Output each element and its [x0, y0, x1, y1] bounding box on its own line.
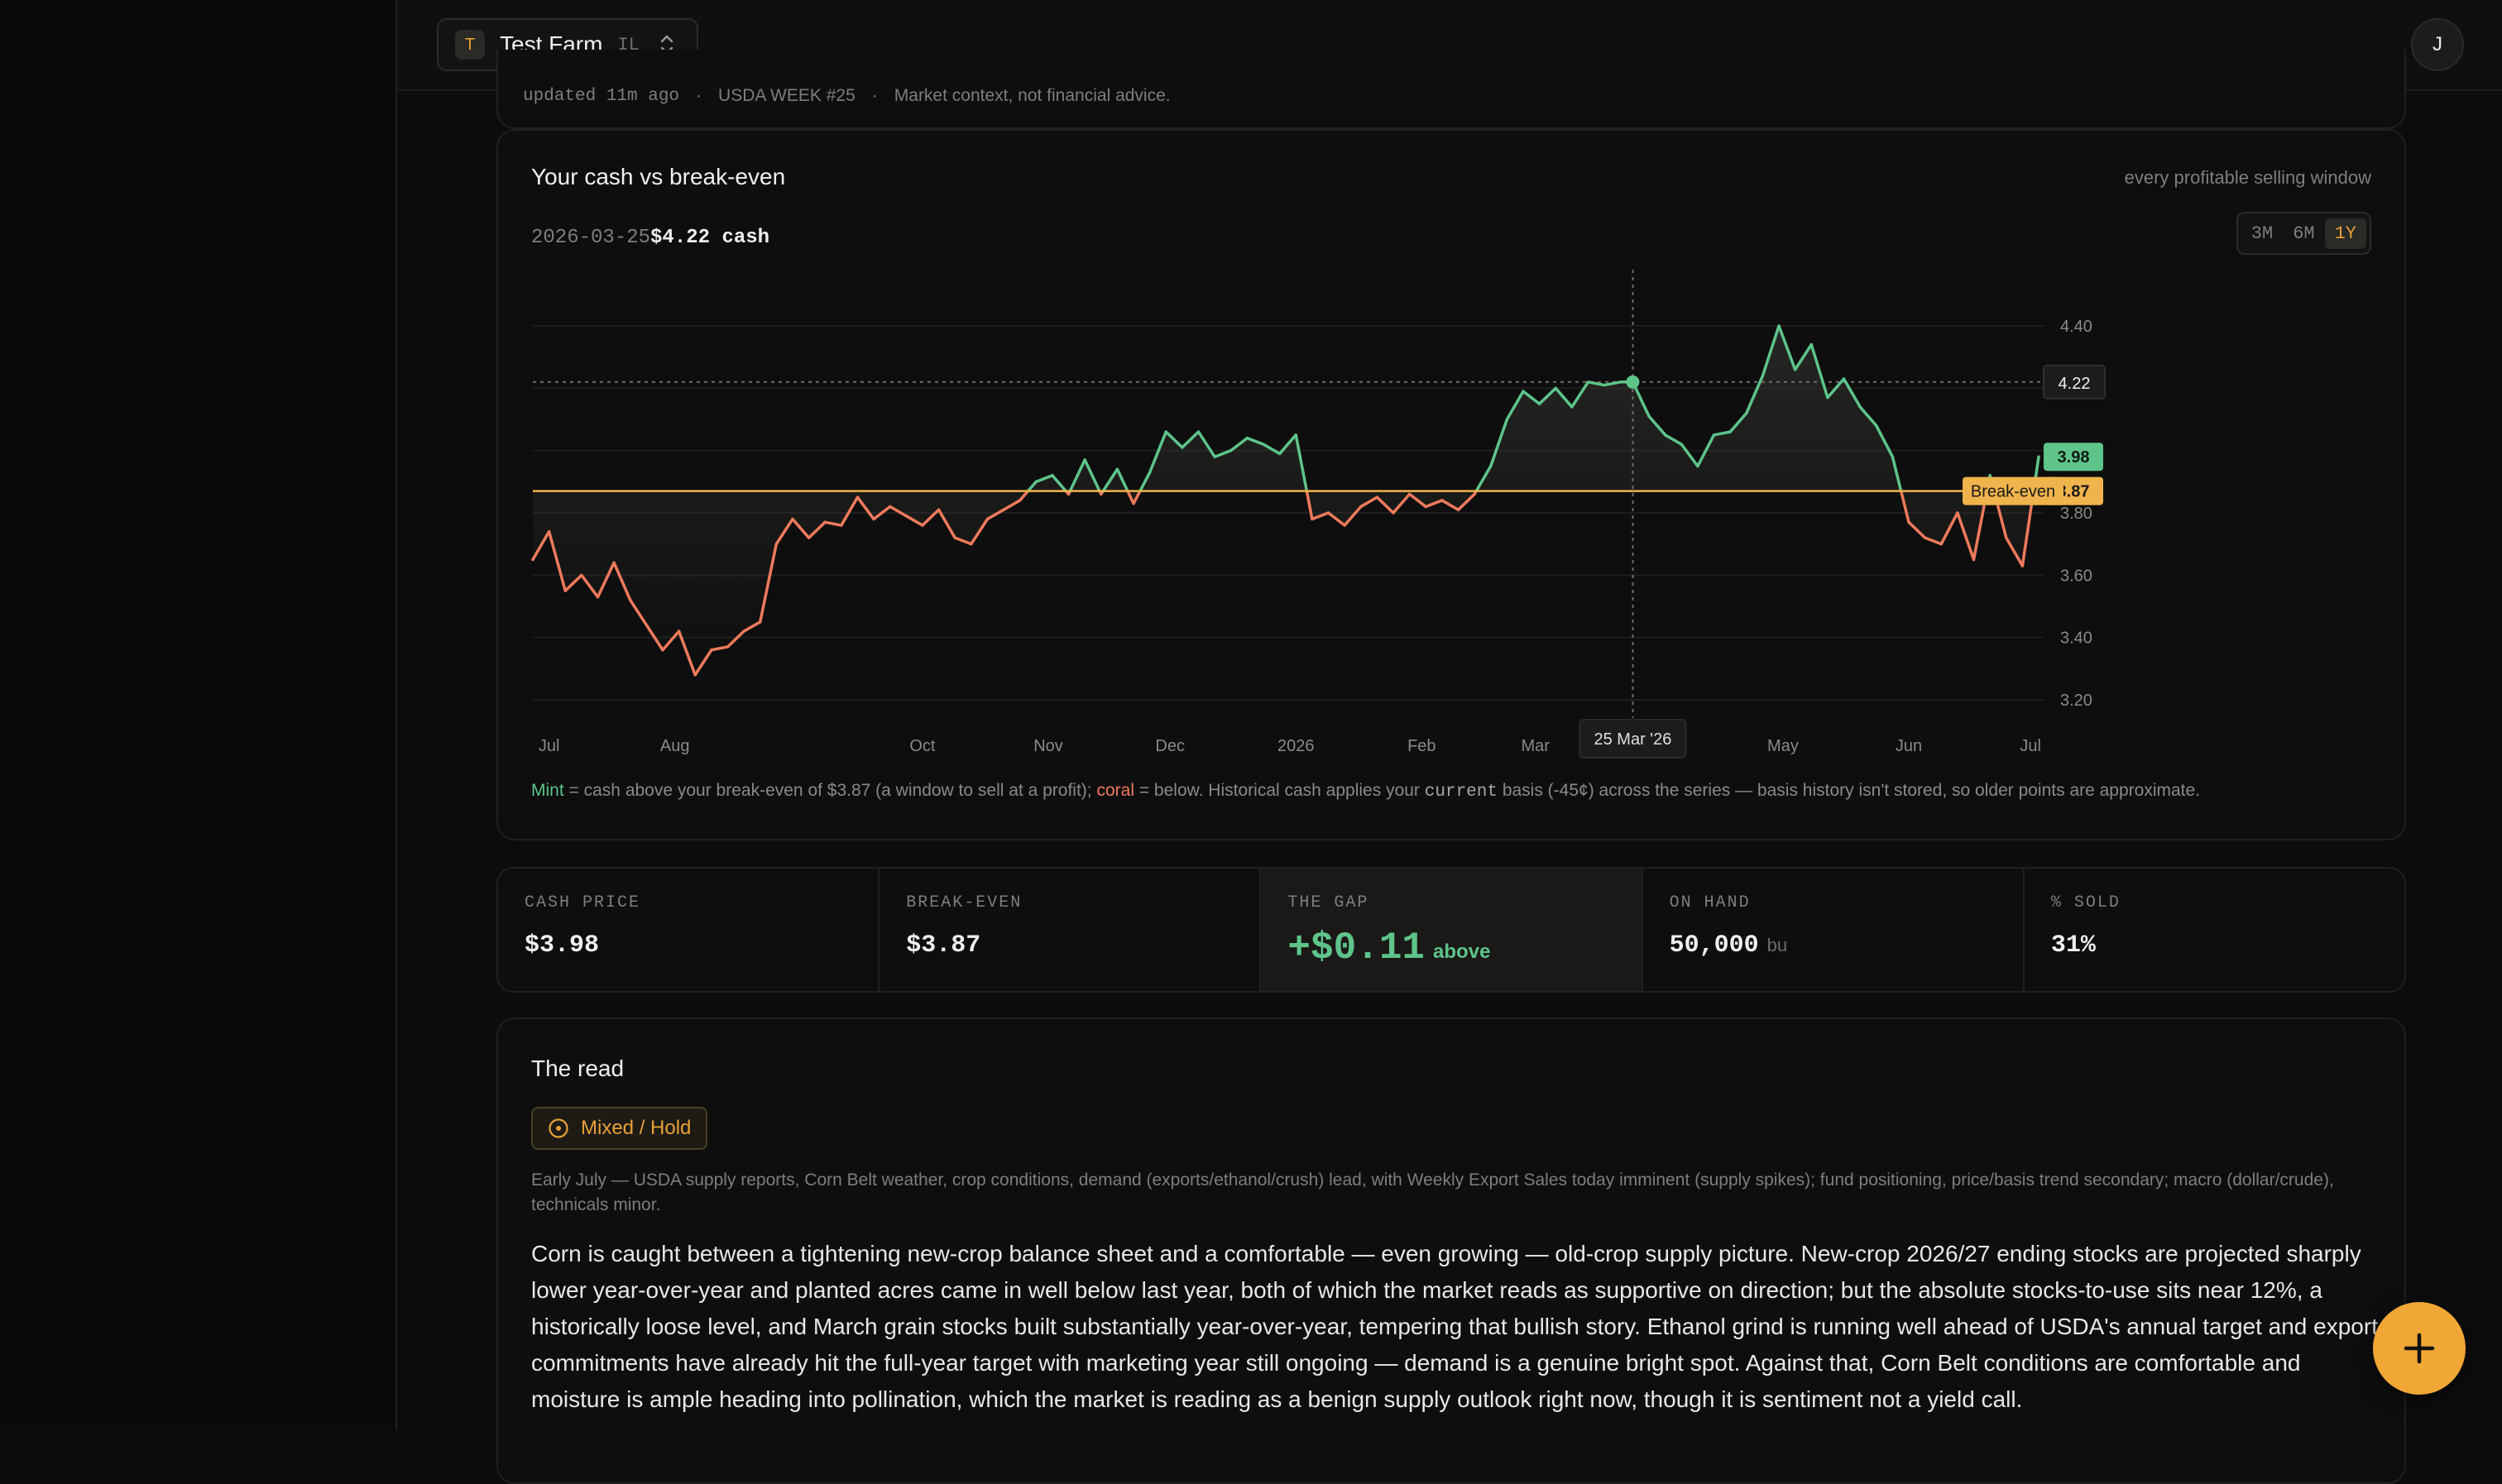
stats-strip: CASH PRICE $3.98 BREAK-EVEN $3.87 THE GA… — [496, 867, 2406, 993]
x-tick-label: Aug — [660, 737, 690, 755]
x-tick-label: Nov — [1033, 737, 1063, 755]
x-tick-label: Jun — [1896, 737, 1922, 755]
stat-cash-price: CASH PRICE $3.98 — [498, 869, 880, 991]
hover-price-value: 4.22 — [2059, 375, 2091, 393]
y-tick-label: 3.60 — [2060, 567, 2092, 585]
meta-separator: · — [696, 86, 702, 105]
stat-label: CASH PRICE — [525, 893, 641, 912]
stat-value: +$0.11 above — [1287, 926, 1490, 969]
gap-direction: above — [1433, 941, 1491, 963]
meta-separator: · — [871, 86, 878, 105]
plus-icon — [2404, 1333, 2435, 1364]
disclaimer: Market context, not financial advice. — [894, 86, 1171, 105]
read-title: The read — [531, 1056, 625, 1081]
x-tick-label: Jul — [539, 737, 560, 755]
farm-badge: T — [455, 30, 485, 60]
note-text-1: = cash above your break-even of $3.87 (a… — [563, 781, 1097, 800]
stat-label: THE GAP — [1287, 893, 1369, 912]
stat-label: ON HAND — [1669, 893, 1751, 912]
y-tick-label: 3.80 — [2060, 505, 2092, 523]
x-tick-label: 2026 — [1277, 737, 1315, 755]
market-meta: updated 11m ago · USDA WEEK #25 · Market… — [523, 86, 1171, 106]
add-button[interactable] — [2373, 1302, 2466, 1395]
stat-value: $3.98 — [525, 931, 600, 960]
x-tick-label: Dec — [1155, 737, 1185, 755]
updated-time: updated 11m ago — [523, 86, 680, 106]
user-avatar[interactable]: J — [2411, 18, 2464, 71]
x-tick-label: May — [1767, 737, 1799, 755]
sidebar — [0, 0, 397, 1429]
the-read-card: The read Mixed / Hold Early July — USDA … — [496, 1017, 2406, 1484]
on-hand-unit: bu — [1766, 935, 1788, 955]
y-tick-label: 3.20 — [2060, 692, 2092, 710]
stat-the-gap: THE GAP +$0.11 above — [1261, 869, 1643, 991]
x-tick-label: Mar — [1521, 737, 1550, 755]
read-body: Corn is caught between a tightening new-… — [531, 1241, 2378, 1412]
mint-keyword: Mint — [531, 781, 564, 800]
stat-value: $3.87 — [906, 931, 981, 960]
cash-vs-breakeven-card: Your cash vs break-even every profitable… — [496, 129, 2406, 840]
target-icon — [549, 1118, 568, 1138]
on-hand-value: 50,000 — [1669, 931, 1759, 960]
hover-point — [1626, 375, 1640, 389]
x-tick-label: Jul — [2020, 737, 2041, 755]
stat-percent-sold: % SOLD 31% — [2025, 869, 2404, 991]
stat-break-even: BREAK-EVEN $3.87 — [880, 869, 1262, 991]
hover-date-label: 25 Mar '26 — [1594, 730, 1671, 749]
stat-label: BREAK-EVEN — [906, 893, 1023, 912]
read-context: Early July — USDA supply reports, Corn B… — [531, 1170, 2334, 1214]
note-text-3: basis (-45¢) across the series — basis h… — [1497, 781, 2201, 800]
coral-keyword: coral — [1096, 781, 1134, 800]
current-keyword: current — [1424, 783, 1498, 802]
usda-week: USDA WEEK #25 — [718, 86, 856, 105]
last-price-value: 3.98 — [2058, 448, 2090, 467]
note-text-2: = below. Historical cash applies your — [1134, 781, 1425, 800]
gap-value: +$0.11 — [1287, 926, 1426, 969]
stat-value: 50,000 bu — [1670, 931, 1788, 960]
x-tick-label: Oct — [909, 737, 936, 755]
y-tick-label: 3.40 — [2060, 630, 2092, 648]
y-tick-label: 4.40 — [2060, 318, 2092, 336]
cash-price-chart[interactable]: 3.203.403.603.804.004.204.403.87Break-ev… — [498, 131, 2404, 776]
stat-label: % SOLD — [2050, 893, 2121, 912]
break-even-label: Break-even — [1971, 483, 2055, 501]
verdict-badge: Mixed / Hold — [531, 1107, 708, 1150]
stat-value: 31% — [2050, 931, 2096, 960]
chart-legend-note: Mint = cash above your break-even of $3.… — [531, 781, 2200, 802]
stat-on-hand: ON HAND 50,000 bu — [1643, 869, 2025, 991]
verdict-label: Mixed / Hold — [581, 1117, 692, 1139]
x-tick-label: Feb — [1407, 737, 1436, 755]
